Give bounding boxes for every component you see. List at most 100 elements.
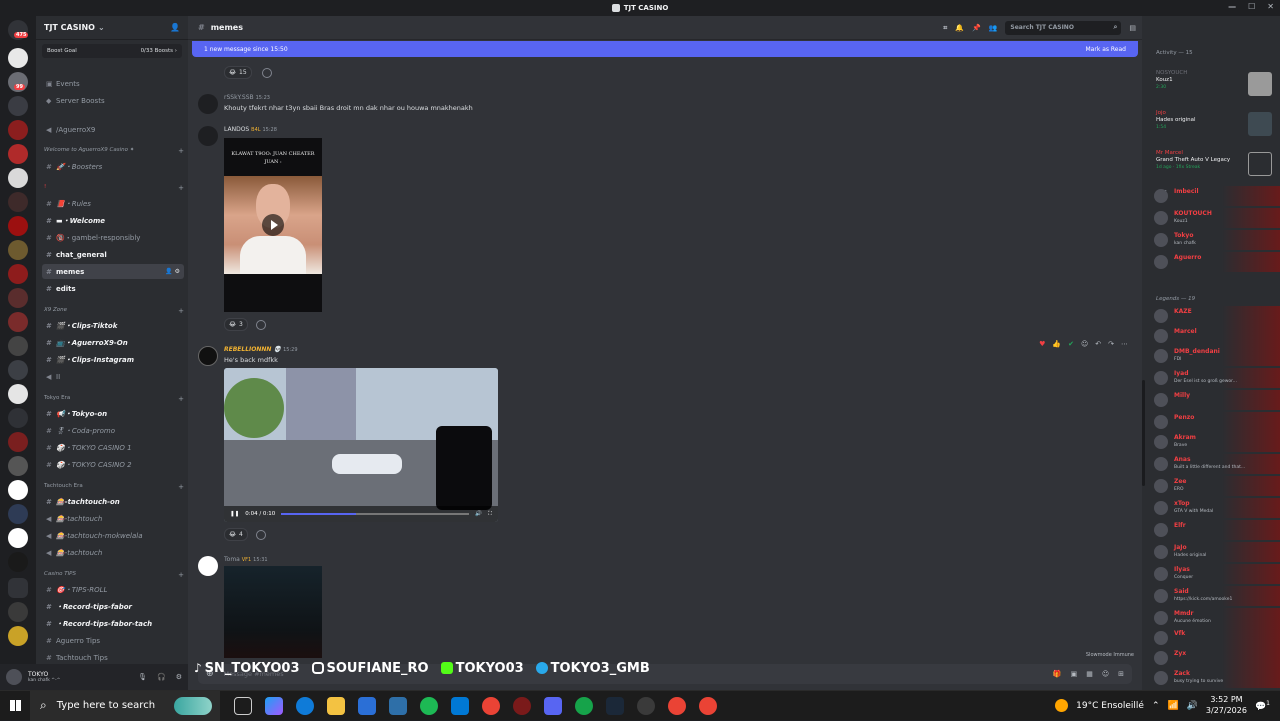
server-icon[interactable] — [8, 480, 28, 500]
channel-tips-roll[interactable]: # 🎯・TIPS-ROLL — [42, 582, 184, 597]
server-icon[interactable] — [8, 216, 28, 236]
maximize-button[interactable]: ☐ — [1248, 2, 1255, 11]
add-channel-icon[interactable]: + — [178, 395, 184, 403]
voice-channel-tachtouch-mokwelala[interactable]: ◀ 🎰-tachtouch-mokwelala — [42, 528, 184, 543]
channel-record-tips-fabor[interactable]: # ・Record-tips-fabor — [42, 599, 184, 614]
avatar[interactable] — [198, 94, 218, 114]
avatar[interactable] — [198, 556, 218, 576]
weather-text[interactable]: 19°C Ensoleillé — [1076, 701, 1144, 711]
category-header[interactable]: Welcome to AguerroX9 Casino ✦ + — [44, 147, 184, 155]
member-row[interactable]: Zee ERO — [1154, 476, 1280, 496]
server-icon[interactable] — [8, 96, 28, 116]
server-icon[interactable] — [8, 552, 28, 572]
notification-icon[interactable]: 💬1 — [1255, 700, 1270, 712]
add-channel-icon[interactable]: + — [178, 307, 184, 315]
member-row[interactable]: Milly — [1154, 390, 1280, 410]
member-row[interactable]: Ilyas Conquer — [1154, 564, 1280, 584]
reply-icon[interactable]: ↶ — [1095, 340, 1101, 348]
channel-aguerrox9[interactable]: ◀/AguerroX9 — [42, 122, 184, 137]
member-row[interactable]: Elfr — [1154, 520, 1280, 540]
server-icon[interactable] — [8, 264, 28, 284]
channel-aguerro-tips[interactable]: # Aguerro Tips — [42, 633, 184, 648]
member-row[interactable]: Marcel — [1154, 326, 1280, 346]
member-row[interactable]: Said https://kick.com/amooke1 — [1154, 586, 1280, 606]
channel-tokyo-casino-2[interactable]: # 🎲・TOKYO CASINO 2 — [42, 457, 184, 472]
discord-icon[interactable] — [544, 696, 562, 715]
events-item[interactable]: ▣ Events — [42, 76, 184, 91]
avatar[interactable] — [198, 126, 218, 146]
taskbar-search[interactable]: ⌕ Type here to search — [30, 690, 220, 721]
new-messages-banner[interactable]: 1 new message since 15:50 Mark as Read — [192, 41, 1138, 57]
member-row[interactable]: DMB_dendani FDI — [1154, 346, 1280, 366]
message-author[interactable]: rSSkY.SSB 15:23 — [224, 94, 270, 101]
avatar[interactable] — [6, 669, 22, 685]
task-view-icon[interactable] — [234, 696, 252, 715]
channel-coda-promo[interactable]: # 🎖・Coda-promo — [42, 423, 184, 438]
pause-icon[interactable]: ❚❚ — [230, 511, 239, 517]
server-icon[interactable] — [8, 312, 28, 332]
app-icon[interactable] — [389, 696, 407, 715]
check-icon[interactable]: ✔ — [1068, 340, 1074, 348]
search-input[interactable]: Search TJT CASINO ⌕ — [1005, 21, 1122, 35]
member-row[interactable]: JaJo Hades original — [1154, 542, 1280, 562]
channel-tokyo-on[interactable]: # 📢・Tokyo-on — [42, 406, 184, 421]
server-icon[interactable] — [8, 528, 28, 548]
member-row[interactable]: Akram Brave — [1154, 432, 1280, 452]
category-header[interactable]: Casino TIPS + — [44, 571, 184, 579]
pin-icon[interactable]: 📌 — [972, 24, 981, 32]
server-boosts-item[interactable]: ◆ Server Boosts — [42, 93, 184, 108]
close-button[interactable]: ✕ — [1267, 2, 1274, 11]
add-channel-icon[interactable]: + — [178, 571, 184, 579]
add-channel-icon[interactable]: + — [178, 483, 184, 491]
server-icon[interactable] — [8, 192, 28, 212]
copilot-icon[interactable] — [265, 696, 283, 715]
voice-channel-tachtouch[interactable]: ◀ 🎰-tachtouch — [42, 511, 184, 526]
upwork-icon[interactable] — [575, 696, 593, 715]
reaction-laugh[interactable]: 😂 15 — [224, 66, 252, 79]
video-attachment[interactable]: KLAWAT T9OO: JUAN CHEATER JUAN : — [224, 138, 322, 312]
minimize-button[interactable]: — — [1228, 2, 1236, 11]
server-icon[interactable] — [8, 288, 28, 308]
more-icon[interactable]: ⋯ — [1121, 340, 1128, 348]
spotify-icon[interactable] — [420, 696, 438, 715]
video-attachment[interactable] — [224, 566, 322, 658]
add-channel-icon[interactable]: + — [178, 184, 184, 192]
server-icon[interactable] — [8, 336, 28, 356]
fullscreen-icon[interactable]: ⛶ — [488, 511, 492, 518]
chrome-icon[interactable] — [482, 696, 500, 715]
start-button[interactable] — [0, 691, 30, 721]
app-icon[interactable] — [513, 696, 531, 715]
member-row[interactable]: Anas Built a little different and that... — [1154, 454, 1280, 474]
channel-settings-icon[interactable]: 👤 ⚙ — [165, 268, 180, 275]
user-info[interactable]: TOKYO kan chafk ^-^ — [28, 671, 60, 684]
add-reaction-icon[interactable] — [262, 68, 272, 78]
volume-icon[interactable]: 🔊 — [475, 511, 482, 517]
clock[interactable]: 3:52 PM 3/27/2026 — [1206, 695, 1247, 717]
server-icon[interactable] — [8, 432, 28, 452]
mark-as-read-button[interactable]: Mark as Read — [1086, 46, 1127, 53]
thumbs-up-icon[interactable]: 👍 — [1052, 340, 1061, 348]
video-player[interactable]: ❚❚ 0:04 / 0:10 🔊 ⛶ — [224, 368, 498, 522]
add-reaction-icon[interactable]: ☺ — [1081, 340, 1088, 348]
threads-icon[interactable]: ⌗ — [943, 24, 947, 33]
add-reaction-icon[interactable] — [256, 320, 266, 330]
volume-icon[interactable]: 🔊 — [1187, 701, 1198, 711]
settings-icon[interactable]: ⚙ — [176, 673, 182, 681]
sticker-icon[interactable]: ▦ — [1086, 670, 1093, 678]
inbox-icon[interactable]: ▤ — [1129, 24, 1136, 32]
member-row[interactable]: Tokyo kan chafk — [1154, 230, 1280, 250]
channel-tachtouch-on[interactable]: # 🎰-tachtouch-on — [42, 494, 184, 509]
server-icon[interactable] — [8, 144, 28, 164]
tray-chevron-icon[interactable]: ⌃ — [1152, 701, 1160, 711]
server-icon[interactable] — [8, 504, 28, 524]
edge-icon[interactable] — [296, 696, 314, 715]
store-icon[interactable] — [358, 696, 376, 715]
channel-gambel-responsibly[interactable]: # 🔞・gambel-responsibly — [42, 230, 184, 245]
gif-icon[interactable]: ▣ — [1071, 670, 1078, 678]
channel-record-tips-fabor-tach[interactable]: # ・Record-tips-fabor-tach — [42, 616, 184, 631]
member-row[interactable]: KAZE — [1154, 306, 1280, 326]
member-row[interactable]: Iyad Der Esel ist so groß gewor... — [1154, 368, 1280, 388]
member-row[interactable]: Aguerro — [1154, 252, 1280, 272]
outlook-icon[interactable] — [451, 696, 469, 715]
forward-icon[interactable]: ↷ — [1108, 340, 1114, 348]
